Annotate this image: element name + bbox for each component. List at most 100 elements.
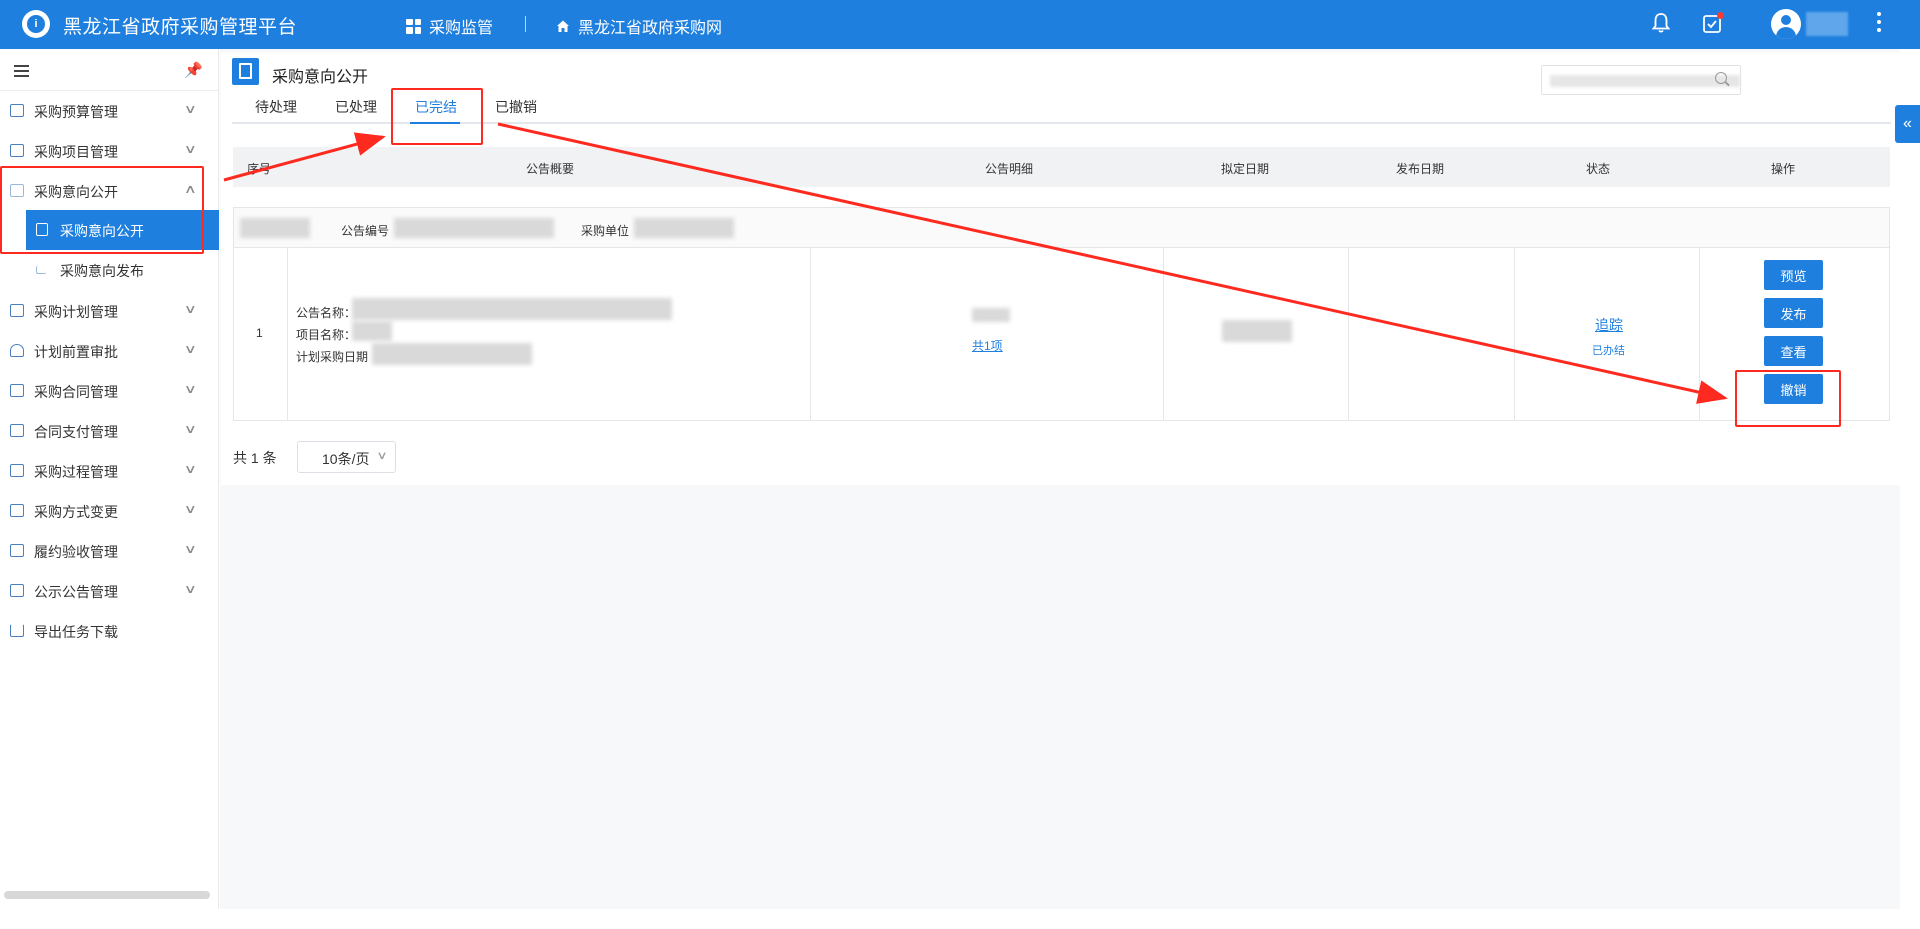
search-icon[interactable] — [1715, 72, 1727, 84]
bell-icon[interactable] — [1652, 12, 1670, 34]
folder-icon — [10, 144, 24, 157]
chevron-down-icon: ∨ — [183, 422, 197, 436]
redacted-text — [240, 218, 310, 238]
track-link[interactable]: 追踪 — [1595, 315, 1623, 335]
menu-toggle-icon[interactable] — [14, 65, 29, 77]
chevron-down-icon: ∨ — [183, 582, 197, 596]
more-options-icon[interactable] — [1876, 12, 1882, 32]
tab-revoked[interactable]: 已撤销 — [495, 97, 537, 117]
list-icon — [10, 464, 24, 477]
nav-portal-label: 黑龙江省政府采购网 — [578, 20, 723, 37]
sidebar-item-acceptance[interactable]: 履约验收管理 ∨ — [0, 531, 219, 571]
table-group-row: 公告编号 采购单位 — [233, 207, 1890, 248]
user-icon — [10, 344, 24, 357]
search-input[interactable] — [1541, 65, 1741, 95]
sidebar-item-pre-approval[interactable]: 计划前置审批 ∨ — [0, 331, 219, 371]
swap-icon — [10, 504, 24, 517]
detail-link[interactable]: 共1项 — [972, 337, 1003, 354]
checkbox-icon — [10, 304, 24, 317]
platform-logo[interactable]: i — [22, 10, 50, 38]
column-header: 状态 — [1585, 162, 1611, 176]
main-content: 采购意向公开 待处理 已处理 已完结 已撤销 序号 公告概要 公告明细 拟定日期… — [220, 49, 1901, 909]
pin-icon[interactable]: 📌 — [184, 61, 203, 79]
chevron-down-icon: ∨ — [183, 502, 197, 516]
table-row: 1 公告名称： 项目名称： 计划采购日期 共1项 追踪 已办结 预览 发布 查看… — [233, 248, 1890, 421]
project-name-label: 项目名称： — [296, 328, 357, 342]
sidebar-item-label: 计划前置审批 — [34, 344, 118, 360]
sidebar-item-announcement[interactable]: 公示公告管理 ∨ — [0, 571, 219, 611]
column-header: 公告明细 — [984, 162, 1034, 176]
search-text-redacted — [1550, 75, 1740, 87]
chart-icon — [10, 104, 24, 117]
page-size-value: 10条/页 — [322, 451, 370, 467]
sidebar-item-method-change[interactable]: 采购方式变更 ∨ — [0, 491, 219, 531]
sidebar-item-process[interactable]: 采购过程管理 ∨ — [0, 451, 219, 491]
tab-processed[interactable]: 已处理 — [335, 97, 377, 117]
sidebar-item-contract[interactable]: 采购合同管理 ∨ — [0, 371, 219, 411]
page-size-select[interactable]: 10条/页 ∨ — [297, 441, 396, 473]
redacted-text — [972, 308, 1010, 322]
redacted-date — [1222, 320, 1292, 342]
redacted-text — [634, 218, 734, 238]
purchase-unit-label: 采购单位 — [581, 224, 630, 238]
sidebar-item-budget[interactable]: 采购预算管理 ∨ — [0, 91, 219, 131]
sidebar-item-label: 采购方式变更 — [34, 504, 118, 520]
sidebar-item-label: 履约验收管理 — [34, 544, 118, 560]
redacted-text — [372, 343, 532, 365]
home-icon — [557, 20, 569, 32]
sidebar-item-label: 合同支付管理 — [34, 424, 118, 440]
sidebar-item-label: 采购计划管理 — [34, 304, 118, 320]
annotation-box-menu — [0, 166, 204, 254]
logo-mark: i — [27, 15, 45, 33]
nav-supervision[interactable]: 采购监管 — [406, 14, 493, 38]
sidebar-subitem-label: 采购意向发布 — [60, 263, 144, 279]
document-icon — [232, 58, 259, 85]
column-header: 发布日期 — [1395, 162, 1445, 176]
check-icon — [10, 544, 24, 557]
nav-portal[interactable]: 黑龙江省政府采购网 — [556, 14, 722, 38]
sidebar-toolbar: 📌 — [0, 49, 218, 91]
sidebar-item-payment[interactable]: 合同支付管理 ∨ — [0, 411, 219, 451]
sidebar-subitem-intention-publish[interactable]: 采购意向发布 — [26, 250, 219, 290]
contract-icon — [10, 384, 24, 397]
total-count: 共 1 条 — [233, 450, 277, 466]
sidebar-item-project[interactable]: 采购项目管理 ∨ — [0, 131, 219, 171]
sidebar-item-label: 公示公告管理 — [34, 584, 118, 600]
sidebar-item-label: 采购合同管理 — [34, 384, 118, 400]
table-header: 序号 公告概要 公告明细 拟定日期 发布日期 状态 操作 — [233, 147, 1890, 187]
view-button[interactable]: 查看 — [1764, 336, 1823, 366]
row-index: 1 — [256, 326, 263, 340]
chevron-down-icon: ∨ — [183, 102, 197, 116]
sidebar-scrollbar[interactable] — [4, 891, 210, 899]
publish-button[interactable]: 发布 — [1764, 298, 1823, 328]
chevron-down-icon: ∨ — [183, 142, 197, 156]
app-title[interactable]: 黑龙江省政府采购管理平台 — [63, 12, 297, 39]
sidebar-item-plan[interactable]: 采购计划管理 ∨ — [0, 291, 219, 331]
chevron-down-icon: ∨ — [183, 342, 197, 356]
sidebar-item-export[interactable]: 导出任务下载 — [0, 611, 219, 651]
nav-divider — [525, 16, 526, 32]
redacted-text — [352, 298, 672, 320]
chevron-down-icon: ∨ — [183, 382, 197, 396]
payment-icon — [10, 424, 24, 437]
annotation-box-tab — [391, 88, 483, 145]
page-title: 采购意向公开 — [272, 69, 369, 86]
avatar[interactable] — [1771, 9, 1801, 39]
nav-supervision-label: 采购监管 — [429, 20, 494, 37]
notification-dot — [1717, 12, 1724, 19]
tab-pending[interactable]: 待处理 — [255, 97, 297, 117]
plan-date-label: 计划采购日期 — [296, 350, 369, 364]
sidebar-item-label: 导出任务下载 — [34, 624, 118, 640]
redacted-text — [352, 321, 392, 341]
username-redacted[interactable] — [1806, 12, 1848, 36]
sidebar-item-label: 采购项目管理 — [34, 144, 118, 160]
sidebar-item-label: 采购过程管理 — [34, 464, 118, 480]
status-text: 已办结 — [1592, 345, 1625, 357]
column-header: 序号 — [246, 162, 272, 176]
chevron-down-icon: ∨ — [183, 302, 197, 316]
notice-icon — [10, 584, 24, 597]
grid-icon — [406, 18, 421, 34]
collapse-panel-icon[interactable]: « — [1895, 105, 1920, 143]
column-header: 拟定日期 — [1220, 162, 1270, 176]
preview-button[interactable]: 预览 — [1764, 260, 1823, 290]
